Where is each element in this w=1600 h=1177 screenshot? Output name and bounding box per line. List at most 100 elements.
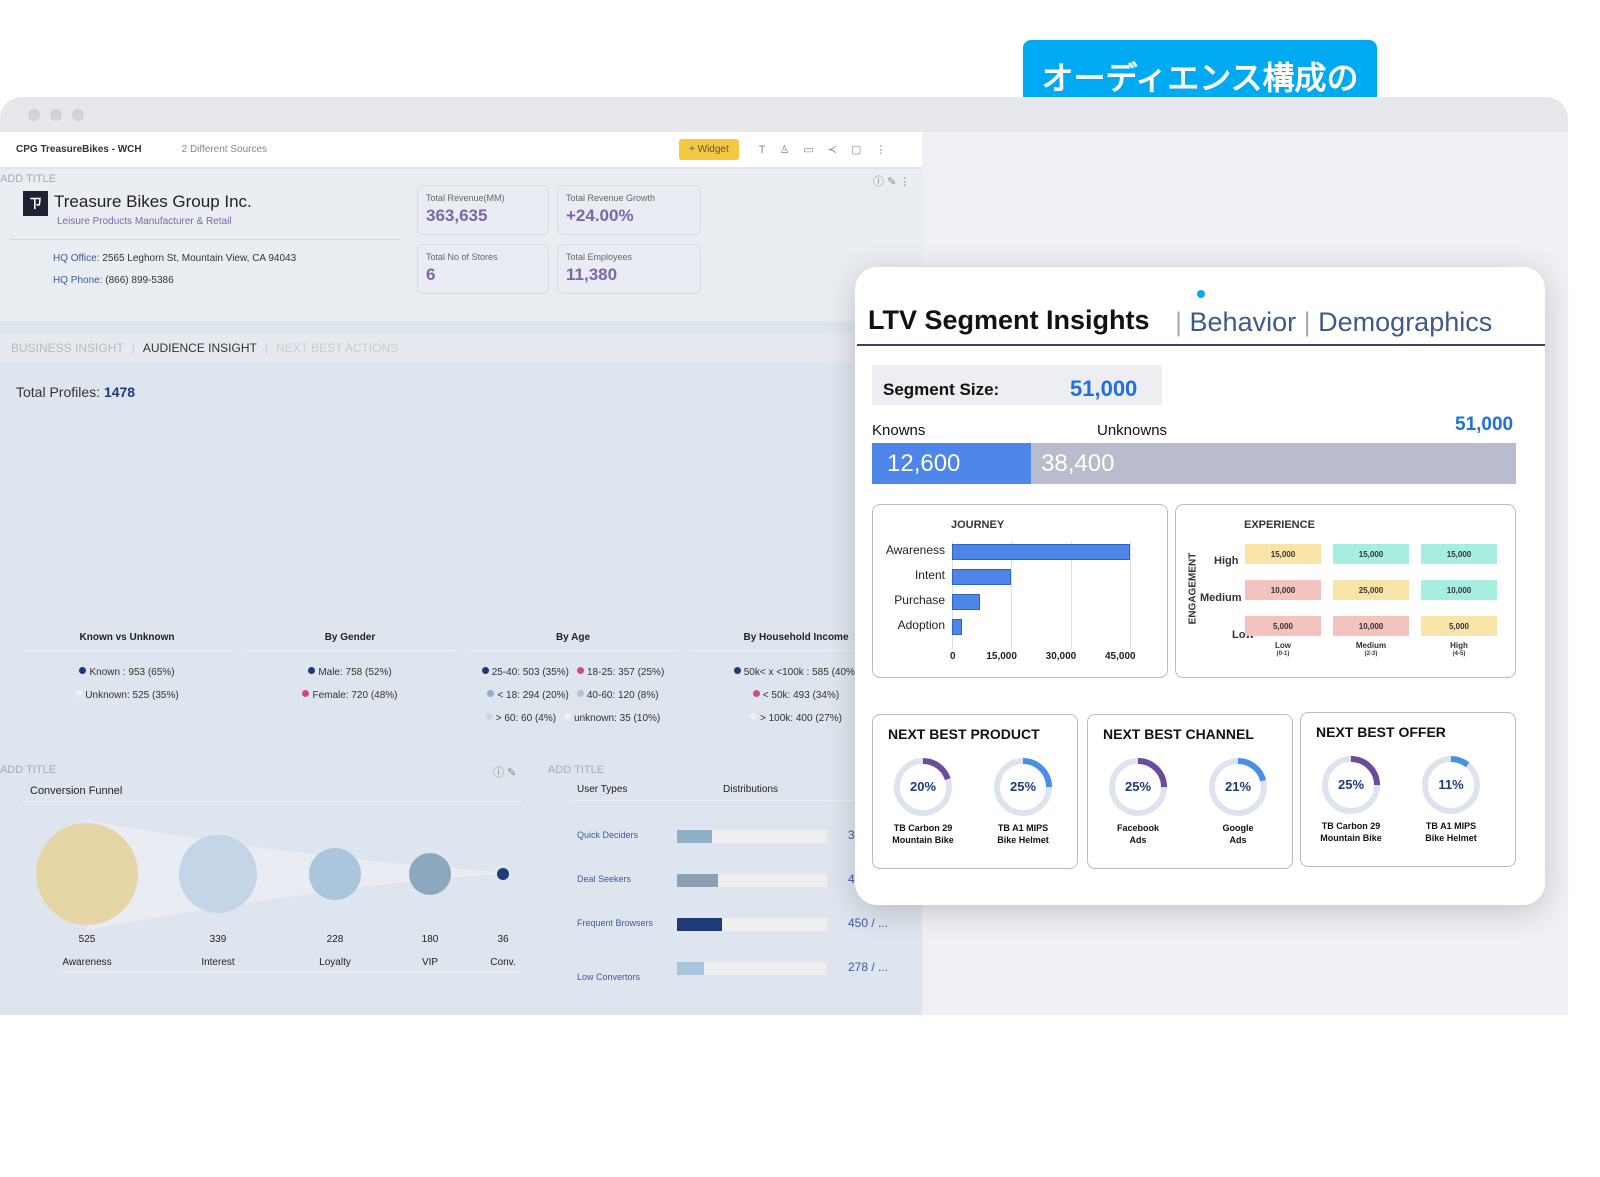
journey-tick: 30,000: [1045, 651, 1077, 662]
legend-item: Known : 953 (65%): [79, 667, 175, 678]
legend-dot: [576, 690, 584, 697]
donut-title: By Gender: [324, 632, 376, 643]
next-best-item-label: TB Carbon 29 Mountain Bike: [1320, 821, 1382, 843]
add-title[interactable]: ADD TITLE: [548, 764, 604, 776]
window-close-dot[interactable]: [28, 109, 40, 121]
hq-phone: HQ Phone: (866) 899-5386: [53, 275, 174, 286]
journey-bar[interactable]: [952, 544, 1130, 560]
edit-icon[interactable]: ✎: [507, 767, 516, 779]
journey-category: Purchase: [894, 593, 945, 607]
legend-item: 50k< x <100k : 585 (40%): [733, 667, 858, 678]
edit-icon[interactable]: ✎: [887, 176, 896, 188]
funnel-stage-value: 180: [421, 934, 439, 945]
legend-dot: [75, 690, 83, 697]
col-distributions: Distributions: [723, 784, 779, 795]
next-best-item-label: Facebook Ads: [1116, 823, 1159, 845]
info-icon[interactable]: ⓘ: [493, 767, 504, 779]
funnel-stage-circle[interactable]: [309, 848, 361, 900]
panel-actions: ⓘ ✎ ⋮: [873, 173, 910, 189]
tab-behavior[interactable]: Behavior: [1190, 307, 1297, 337]
distribution-bar: [677, 830, 827, 843]
legend-item: Unknown: 525 (35%): [75, 690, 179, 701]
add-title[interactable]: ADD TITLE: [0, 173, 56, 185]
legend-item: < 18: 294 (20%): [487, 690, 569, 701]
funnel-stage-circle[interactable]: [497, 868, 509, 880]
legend-dot: [577, 667, 584, 674]
progress-percent: 25%: [1337, 777, 1365, 792]
legend-dot: [750, 713, 757, 720]
pdf-icon[interactable]: ▭: [803, 144, 827, 156]
journey-chart: JOURNEY Awareness Intent Purchase Adoption 0…: [872, 504, 1168, 678]
window-minimize-dot[interactable]: [50, 109, 62, 121]
journey-bar[interactable]: [952, 594, 980, 610]
legend-item: < 50k: 493 (34%): [752, 690, 839, 701]
funnel-stage-value: 525: [78, 934, 96, 945]
engagement-axis-label: ENGAGEMENT: [1187, 552, 1199, 625]
distribution-bar: [677, 874, 827, 887]
next-best-title: NEXT BEST CHANNEL: [1103, 726, 1254, 742]
heatmap-cell[interactable]: 15,000: [1333, 544, 1409, 564]
heatmap-cell[interactable]: 10,000: [1245, 580, 1321, 600]
heatmap-cell[interactable]: 10,000: [1333, 616, 1409, 636]
funnel-stage-circle[interactable]: [179, 835, 257, 913]
user-type-label: Quick Deciders: [577, 830, 639, 840]
funnel-stage-value: 36: [497, 934, 509, 945]
next-best-item-label: TB A1 MIPS Bike Helmet: [1425, 821, 1477, 843]
company-name: Treasure Bikes Group Inc.: [54, 192, 252, 211]
donut-title: Known vs Unknown: [79, 632, 175, 643]
user-type-label: Low Convertors: [577, 972, 641, 982]
funnel-stage-label: Conv.: [490, 957, 516, 968]
donut-legend: Male: 758 (52%) Female: 720 (48%): [240, 661, 460, 707]
legend-dot: [487, 690, 495, 697]
journey-bar[interactable]: [952, 619, 962, 635]
legend-dot: [485, 713, 493, 720]
engagement-row-label: High: [1214, 555, 1239, 567]
heatmap-cell[interactable]: 15,000: [1245, 544, 1321, 564]
col-user-types: User Types: [577, 784, 628, 795]
sources-label[interactable]: 2 Different Sources: [182, 144, 267, 155]
experience-matrix: EXPERIENCE ENGAGEMENT High 15,000 15,000 15…: [1175, 504, 1516, 678]
progress-percent: 20%: [909, 779, 937, 794]
funnel-stage-circle[interactable]: [409, 853, 451, 895]
dashboard-topbar: CPG TreasureBikes - WCH 2 Different Sour…: [0, 132, 922, 167]
progress-percent: 11%: [1438, 777, 1464, 792]
funnel-stage-label: Loyalty: [319, 957, 351, 968]
next-best-card: NEXT BEST CHANNEL 25% Facebook Ads 21% Google…: [1087, 714, 1293, 869]
more-icon[interactable]: ⋮: [899, 176, 910, 188]
heatmap-cell[interactable]: 10,000: [1421, 580, 1497, 600]
journey-bar[interactable]: [952, 569, 1012, 585]
legend-item: > 100k: 400 (27%): [750, 713, 842, 724]
window-maximize-dot[interactable]: [72, 109, 84, 121]
toolbar-icons: T♙▭≺▢⋮: [759, 143, 901, 156]
tab-next-best-actions[interactable]: NEXT BEST ACTIONS: [276, 341, 398, 355]
funnel-stage-label: Awareness: [62, 957, 112, 968]
funnel-stage-circle[interactable]: [36, 823, 138, 925]
paint-icon[interactable]: ♙: [780, 144, 804, 156]
tab-demographics[interactable]: Demographics: [1318, 307, 1492, 337]
info-icon[interactable]: ⓘ: [873, 176, 884, 188]
heatmap-cell[interactable]: 15,000: [1421, 544, 1497, 564]
journey-tick: 15,000: [986, 651, 1017, 662]
tab-audience-insight[interactable]: AUDIENCE INSIGHT: [143, 341, 257, 355]
legend-item: Female: 720 (48%): [302, 690, 398, 701]
journey-category: Adoption: [897, 618, 945, 632]
legend-dot: [752, 690, 760, 697]
text-icon[interactable]: T: [759, 144, 780, 156]
engagement-row-label: Medium: [1200, 592, 1242, 604]
journey-title: JOURNEY: [951, 519, 1005, 531]
experience-col-label: High (4-5): [1450, 641, 1468, 657]
share-icon[interactable]: ≺: [828, 144, 851, 156]
heatmap-cell[interactable]: 25,000: [1333, 580, 1409, 600]
add-title[interactable]: ADD TITLE: [0, 764, 56, 776]
more-icon[interactable]: ⋮: [875, 144, 900, 156]
known-unknown-bar: 12,600 38,400: [872, 443, 1516, 484]
legend-item: Male: 758 (52%): [308, 667, 392, 678]
funnel-stage-label: VIP: [421, 957, 439, 968]
heatmap-cell[interactable]: 5,000: [1421, 616, 1497, 636]
tab-business-insight[interactable]: BUSINESS INSIGHT: [11, 341, 124, 355]
journey-tick: 0: [950, 651, 956, 662]
heatmap-cell[interactable]: 5,000: [1245, 616, 1321, 636]
monitor-icon[interactable]: ▢: [851, 144, 875, 156]
add-widget-button[interactable]: + Widget: [679, 139, 739, 160]
legend-item: 25-40: 503 (35%): [481, 667, 569, 678]
